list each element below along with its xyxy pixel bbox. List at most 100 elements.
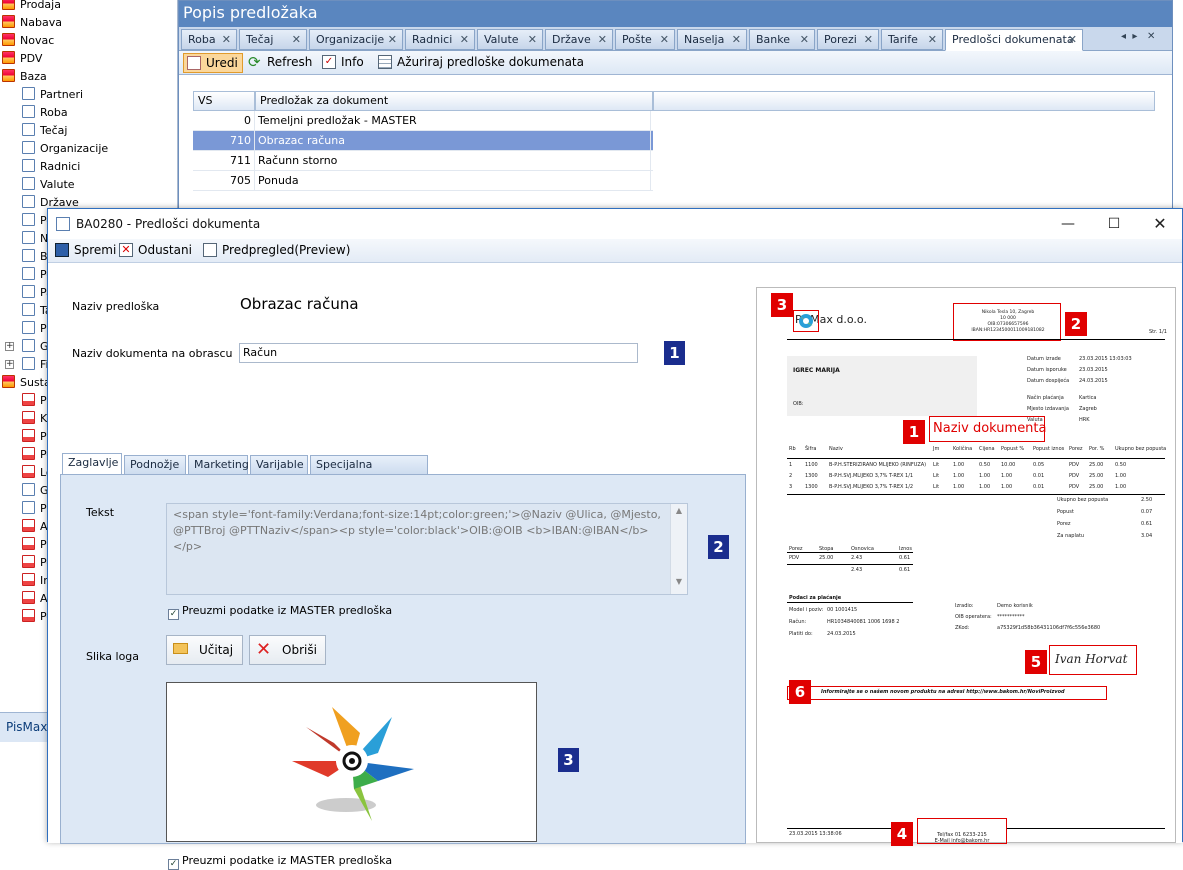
tab-7[interactable]: Naselja ✕ <box>677 29 747 50</box>
doc-icon <box>22 303 35 316</box>
table-row[interactable]: 0 Temeljni predložak - MASTER <box>193 111 653 131</box>
preview-meta-label: Datum isporuke <box>1027 367 1067 373</box>
tab-9[interactable]: Porezi ✕ <box>817 29 879 50</box>
preuzmi-checkbox-2[interactable]: ✓ Preuzmi podatke iz MASTER predloška <box>168 854 392 870</box>
tree-item[interactable]: Baza <box>2 68 47 86</box>
inner-tab-3[interactable]: Varijable <box>250 455 308 475</box>
preuzmi-checkbox-1[interactable]: ✓ Preuzmi podatke iz MASTER predloška <box>168 604 392 620</box>
tekst-scrollbar[interactable]: ▲ ▼ <box>670 504 687 594</box>
tab-0[interactable]: Roba ✕ <box>181 29 237 50</box>
tab-close-icon[interactable]: ✕ <box>598 30 607 49</box>
tree-item[interactable]: Partneri <box>22 86 83 104</box>
preview-header-rule <box>787 339 1165 340</box>
tab-close-icon[interactable]: ✕ <box>222 30 231 49</box>
inner-tab-1[interactable]: Podnožje <box>124 455 186 475</box>
close-icon[interactable]: ✕ <box>1137 209 1183 239</box>
preview-meta-label: Datum izrade <box>1027 356 1061 362</box>
naziv-dokumenta-input[interactable]: Račun <box>239 343 638 363</box>
inner-tab-4[interactable]: Specijalna prilagodba <box>310 455 428 489</box>
maximize-icon[interactable]: ☐ <box>1091 209 1137 239</box>
tab-3[interactable]: Radnici ✕ <box>405 29 475 50</box>
preview-footer-date: 23.03.2015 13:38:06 <box>789 831 842 837</box>
row-vs: 0 <box>193 111 255 131</box>
tab-close-icon[interactable]: ✕ <box>1147 31 1155 42</box>
tree-item[interactable]: Novac <box>2 32 54 50</box>
spremi-button[interactable]: Spremi <box>52 241 116 261</box>
scroll-down-icon[interactable]: ▼ <box>671 577 687 586</box>
expand-plus-icon[interactable]: + <box>5 360 14 369</box>
refresh-button[interactable]: ⟳ Refresh <box>245 53 312 73</box>
tree-item-label: PDV <box>20 52 43 65</box>
tree-item[interactable]: N <box>22 230 48 248</box>
tab-nav-arrows[interactable]: ◂ ▸ ✕ <box>1121 31 1155 42</box>
uredi-button[interactable]: Uredi <box>183 53 243 73</box>
spremi-label: Spremi <box>74 243 117 257</box>
tab-close-icon[interactable]: ✕ <box>732 30 741 49</box>
scroll-up-icon[interactable]: ▲ <box>671 506 687 515</box>
dialog-title: BA0280 - Predlošci dokumenta <box>48 209 1182 239</box>
grid-header-vs[interactable]: VS <box>193 91 255 111</box>
tab-11[interactable]: Predlošci dokumenata ✕ <box>945 29 1083 51</box>
preview-issuer-value: *********** <box>997 614 1025 620</box>
tree-item[interactable]: Tečaj <box>22 122 67 140</box>
preview-button[interactable]: Predpregled(Preview) <box>200 241 350 261</box>
tab-4[interactable]: Valute ✕ <box>477 29 543 50</box>
preview-tax-cell: 2.43 <box>851 555 863 561</box>
preview-payment-rule <box>787 602 913 603</box>
tab-close-icon[interactable]: ✕ <box>292 30 301 49</box>
tree-item[interactable]: Fi <box>22 356 49 374</box>
tree-item[interactable]: Nabava <box>2 14 62 32</box>
table-row[interactable]: 710 Obrazac računa <box>193 131 653 151</box>
preview-naziv-dokumenta: Naziv dokumenta <box>933 421 1047 436</box>
preview-item-cell: Lit <box>933 484 940 490</box>
tree-item[interactable]: Organizacije <box>22 140 108 158</box>
tab-close-icon[interactable]: ✕ <box>928 30 937 49</box>
tab-close-icon[interactable]: ✕ <box>1068 30 1077 49</box>
tab-5[interactable]: Države ✕ <box>545 29 613 50</box>
inner-tab-0[interactable]: Zaglavlje <box>62 453 122 475</box>
tab-2[interactable]: Organizacije ✕ <box>309 29 403 50</box>
tab-8[interactable]: Banke ✕ <box>749 29 815 50</box>
tab-prev-icon[interactable]: ◂ <box>1121 31 1126 42</box>
inner-tab-2[interactable]: Marketing <box>188 455 249 475</box>
grid-header-predlozak[interactable]: Predložak za dokument <box>255 91 653 111</box>
tab-close-icon[interactable]: ✕ <box>800 30 809 49</box>
azuriraj-button[interactable]: Ažuriraj predloške dokumenata <box>375 53 584 73</box>
tree-item[interactable]: Radnici <box>22 158 80 176</box>
tab-close-icon[interactable]: ✕ <box>660 30 669 49</box>
tree-item[interactable]: Roba <box>22 104 68 122</box>
checkbox-checked-icon[interactable]: ✓ <box>168 859 179 870</box>
ucitaj-button[interactable]: Učitaj <box>166 635 243 665</box>
doc-icon <box>22 123 35 136</box>
tree-item[interactable]: PDV <box>2 50 42 68</box>
table-row[interactable]: 711 Računn storno <box>193 151 653 171</box>
tree-item[interactable]: Susta <box>2 374 51 392</box>
tab-6[interactable]: Pošte ✕ <box>615 29 675 50</box>
tree-item[interactable]: Valute <box>22 176 75 194</box>
preview-total-value: 3.04 <box>1141 533 1153 539</box>
tab-close-icon[interactable]: ✕ <box>528 30 537 49</box>
expand-plus-icon[interactable]: + <box>5 342 14 351</box>
preview-item-cell: 0.50 <box>979 462 991 468</box>
tab-close-icon[interactable]: ✕ <box>388 30 397 49</box>
preview-total-value: 0.07 <box>1141 509 1153 515</box>
tree-item[interactable]: G <box>22 338 49 356</box>
tab-close-icon[interactable]: ✕ <box>864 30 873 49</box>
doc-icon <box>22 501 35 514</box>
tab-10[interactable]: Tarife ✕ <box>881 29 943 50</box>
info-button[interactable]: ✓ Info <box>319 53 364 73</box>
tab-close-icon[interactable]: ✕ <box>460 30 469 49</box>
checkbox-checked-icon[interactable]: ✓ <box>168 609 179 620</box>
minimize-icon[interactable]: — <box>1045 209 1091 239</box>
tekst-textarea[interactable]: <span style='font-family:Verdana;font-si… <box>166 503 688 595</box>
obrisi-button[interactable]: ✕ Obriši <box>249 635 326 665</box>
odustani-button[interactable]: ✕ Odustani <box>116 241 192 261</box>
preview-item-cell: 1.00 <box>979 484 991 490</box>
dialog-doc-icon <box>56 217 70 231</box>
tree-item[interactable]: Prodaja <box>2 0 61 14</box>
tab-label: Pošte <box>622 33 652 46</box>
table-row[interactable]: 705 Ponuda <box>193 171 653 191</box>
grid-update-icon <box>378 55 392 69</box>
tab-1[interactable]: Tečaj ✕ <box>239 29 307 50</box>
tab-next-icon[interactable]: ▸ <box>1132 31 1137 42</box>
